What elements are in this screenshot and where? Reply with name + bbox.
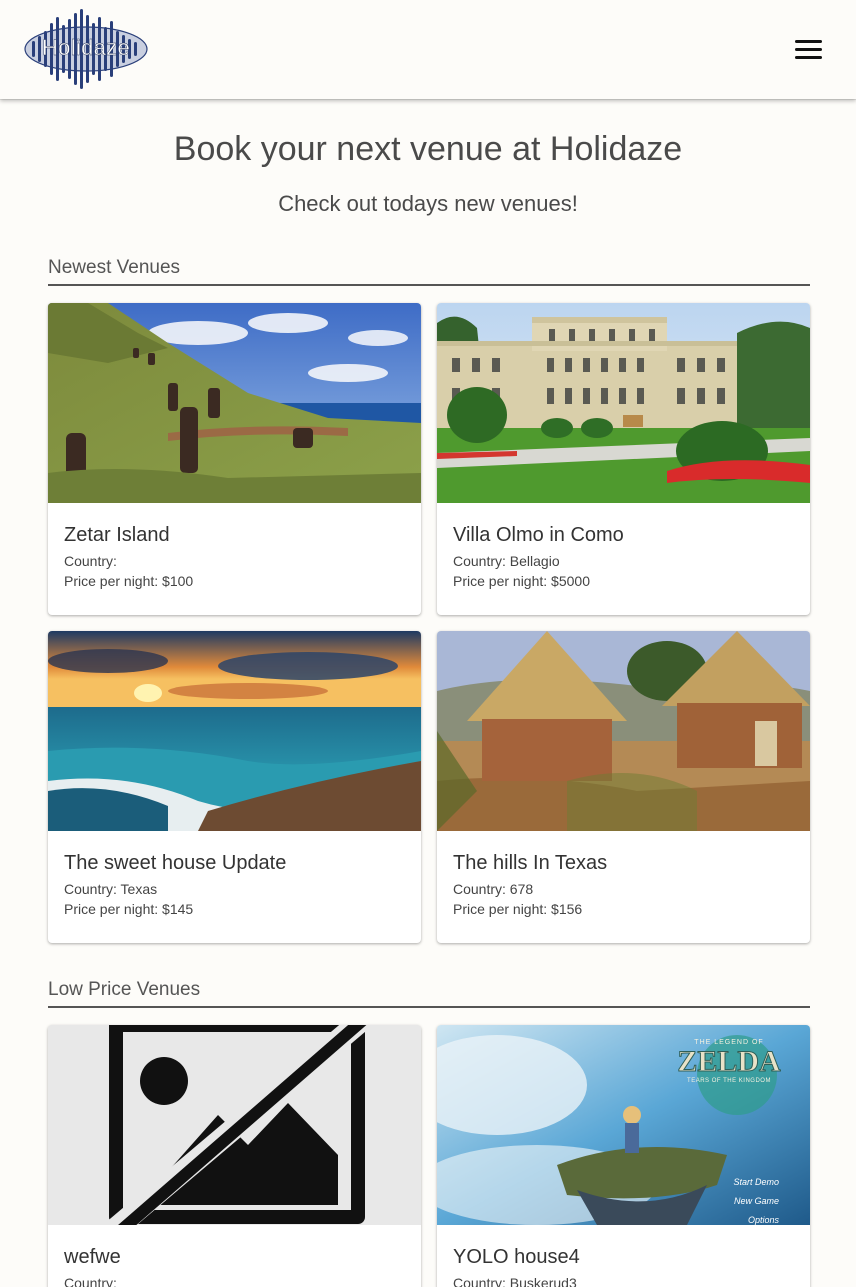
section-title-low-price-venues: Low Price Venues <box>48 979 810 1008</box>
navbar: Holidaze <box>0 0 856 99</box>
game-menu-start-demo: Start Demo <box>733 1177 779 1187</box>
page-title: Book your next venue at Holidaze <box>173 130 683 168</box>
page-subtitle: Check out todays new venues! <box>278 191 578 216</box>
venue-card[interactable]: The sweet house Update Country: Texas Pr… <box>48 631 421 943</box>
venue-card[interactable]: THE LEGEND OF ZELDA TEARS OF THE KINGDOM… <box>437 1025 810 1287</box>
venue-card[interactable]: Zetar Island Country: Price per night: $… <box>48 303 421 615</box>
venue-name: Villa Olmo in Como <box>453 524 624 546</box>
venue-card[interactable]: wefwe Country: <box>48 1025 421 1287</box>
venue-name: wefwe <box>64 1246 121 1268</box>
hamburger-menu-button[interactable] <box>790 36 826 64</box>
game-logo-main: ZELDA <box>677 1045 781 1078</box>
venue-image <box>437 631 810 831</box>
venue-price: Price per night: $5000 <box>453 573 590 589</box>
game-logo-overlay: THE LEGEND OF ZELDA TEARS OF THE KINGDOM <box>669 1039 789 1084</box>
game-logo-sub: TEARS OF THE KINGDOM <box>687 1078 771 1084</box>
venue-country: Country: Bellagio <box>453 553 560 569</box>
venue-card[interactable]: The hills In Texas Country: 678 Price pe… <box>437 631 810 943</box>
venue-country: Country: <box>64 553 117 569</box>
venue-country: Country: Texas <box>64 881 158 897</box>
game-menu-options: Options <box>747 1215 779 1225</box>
venue-name: The hills In Texas <box>453 852 608 874</box>
venue-name: The sweet house Update <box>64 852 287 874</box>
venue-price: Price per night: $145 <box>64 901 194 917</box>
game-menu: Start Demo New Game Options <box>717 1173 807 1225</box>
section-title-newest-venues: Newest Venues <box>48 257 810 286</box>
venue-image <box>48 631 421 831</box>
logo-text: Holidaze <box>41 35 130 60</box>
venue-image: THE LEGEND OF ZELDA TEARS OF THE KINGDOM… <box>437 1025 810 1225</box>
venue-country: Country: Buskerud3 <box>453 1275 577 1287</box>
venue-name: YOLO house4 <box>453 1246 580 1268</box>
venue-image <box>48 303 421 503</box>
venue-image-placeholder <box>48 1025 421 1225</box>
venue-country: Country: 678 <box>453 881 534 897</box>
venue-image <box>437 303 810 503</box>
venue-name: Zetar Island <box>64 524 170 546</box>
hamburger-menu-icon <box>795 40 822 59</box>
venue-country: Country: <box>64 1275 117 1287</box>
game-menu-new-game: New Game <box>733 1196 779 1206</box>
venue-price: Price per night: $156 <box>453 901 583 917</box>
holidaze-logo[interactable]: Holidaze <box>24 9 148 89</box>
image-not-available-icon <box>48 1025 421 1225</box>
venue-price: Price per night: $100 <box>64 573 194 589</box>
venue-card[interactable]: Villa Olmo in Como Country: Bellagio Pri… <box>437 303 810 615</box>
